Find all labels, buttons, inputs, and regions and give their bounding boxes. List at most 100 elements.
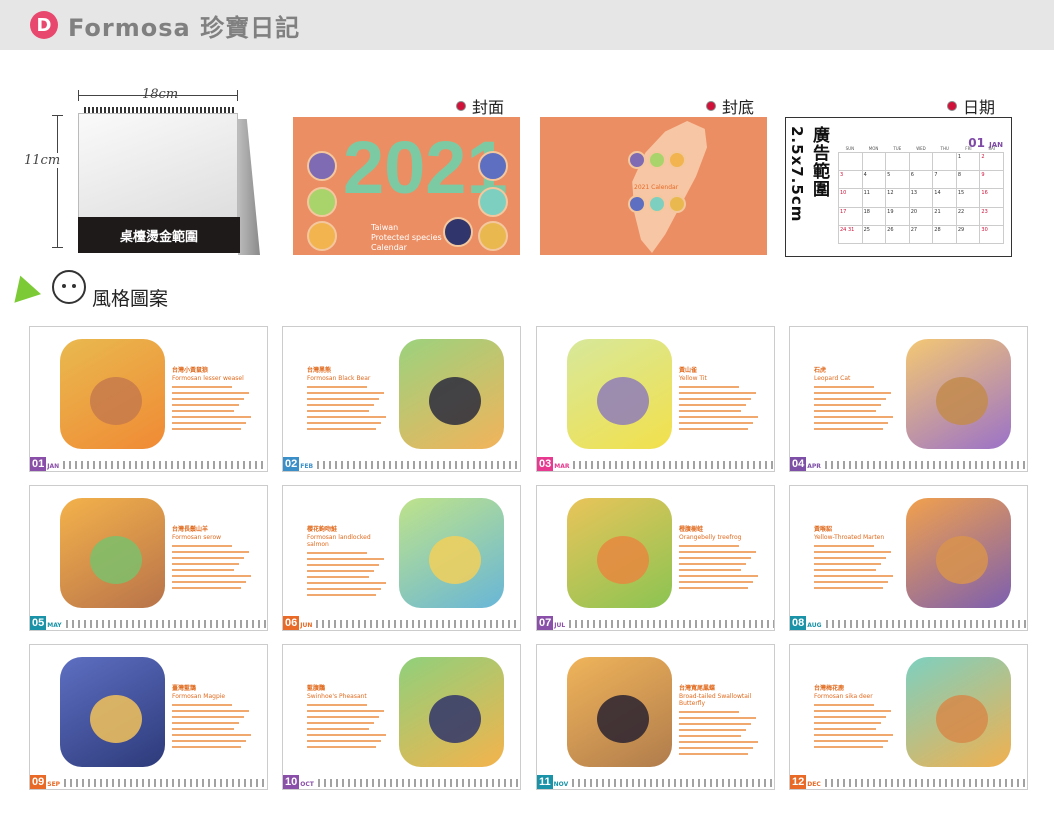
text-line — [307, 416, 386, 418]
date-cell: 17 — [839, 207, 863, 226]
animal-silhouette — [90, 536, 142, 584]
text-line — [307, 588, 381, 590]
date-cell: 20 — [909, 207, 934, 226]
width-tick-right — [237, 90, 238, 101]
text-line — [307, 422, 381, 424]
text-line — [814, 557, 886, 559]
text-line — [307, 710, 384, 712]
text-line — [307, 728, 369, 730]
month-number: 10 — [283, 775, 300, 789]
date-cell: 12 — [886, 189, 910, 208]
month-name: APR — [807, 463, 821, 470]
month-name: OCT — [300, 781, 314, 788]
day-strip — [572, 779, 774, 787]
date-label: 日期 — [947, 94, 995, 118]
month-number: 05 — [30, 616, 47, 630]
text-line — [172, 386, 232, 388]
date-cell — [862, 153, 887, 172]
text-line — [814, 746, 883, 748]
species-name-en: Leopard Cat — [814, 375, 851, 382]
section-badge: D — [30, 11, 58, 39]
text-line — [172, 563, 239, 565]
month-footer: 09 SEP — [30, 773, 267, 789]
species-name-zh: 黃喉貂 — [814, 526, 833, 533]
text-line — [172, 422, 246, 424]
text-line — [814, 587, 883, 589]
date-cell: 6 — [909, 171, 934, 190]
text-line — [679, 581, 753, 583]
date-cell — [886, 153, 910, 172]
description-text-lines — [679, 386, 761, 430]
text-line — [679, 416, 758, 418]
text-line — [814, 575, 893, 577]
text-line — [679, 404, 746, 406]
text-line — [172, 416, 251, 418]
date-cell: 18 — [862, 207, 887, 226]
animal-silhouette — [936, 695, 988, 743]
species-description: 石虎 Leopard Cat — [814, 365, 896, 434]
species-name-en: Broad-tailed Swallowtail Butterfly — [679, 693, 752, 707]
species-description: 台灣小黃鼠狼 Formosan lesser weasel — [172, 365, 254, 434]
text-line — [172, 545, 232, 547]
month-card-dec: 台灣梅花鹿 Formosan sika deer 12 DEC — [789, 644, 1028, 790]
animal-circle — [668, 151, 686, 169]
month-footer: 12 DEC — [790, 773, 1027, 789]
date-cell: 22 — [956, 207, 981, 226]
text-line — [679, 575, 758, 577]
date-panel: 廣告範圍 2.5x7.5cm 01 JAN SUN MON TUE WED TH… — [785, 117, 1012, 257]
animal-silhouette — [597, 377, 649, 425]
animal-silhouette — [429, 695, 481, 743]
species-description: 台灣寬尾鳳蝶 Broad-tailed Swallowtail Butterfly — [679, 683, 761, 759]
height-tick-top — [52, 115, 63, 116]
month-name: FEB — [300, 463, 314, 470]
description-text-lines — [172, 704, 254, 748]
date-cell: 23 — [980, 207, 1004, 226]
species-name-zh: 台灣寬尾鳳蝶 — [679, 685, 716, 692]
animal-silhouette — [429, 377, 481, 425]
day-strip — [573, 461, 774, 469]
date-cell: 26 — [886, 225, 910, 244]
animal-circle — [628, 151, 646, 169]
month-footer: 01 JAN — [30, 455, 267, 471]
text-line — [172, 716, 244, 718]
date-cell: 1 — [956, 153, 981, 172]
date-cell: 24 31 — [839, 225, 863, 244]
text-line — [172, 551, 249, 553]
text-line — [814, 716, 886, 718]
animal-illustration — [399, 657, 504, 767]
month-card-jan: 台灣小黃鼠狼 Formosan lesser weasel 01 JAN — [29, 326, 268, 472]
date-cell: 13 — [909, 189, 934, 208]
gold-stamp-area: 桌檯燙金範圍 — [78, 217, 240, 253]
text-line — [307, 594, 376, 596]
animal-circle — [628, 195, 646, 213]
back-label: 封底 — [706, 94, 754, 118]
species-name-zh: 櫻花鉤吻鮭 — [307, 526, 338, 533]
date-cell: 28 — [933, 225, 957, 244]
text-line — [307, 564, 379, 566]
text-line — [679, 729, 746, 731]
text-line — [679, 569, 741, 571]
animal-silhouette — [597, 695, 649, 743]
text-line — [172, 587, 241, 589]
date-cell: 8 — [956, 171, 981, 190]
text-line — [679, 723, 751, 725]
animal-illustration — [567, 339, 672, 449]
style-section-heading: 風格圖案 — [6, 262, 168, 311]
species-name-en: Formosan sika deer — [814, 693, 873, 700]
text-line — [172, 710, 249, 712]
text-line — [307, 428, 376, 430]
date-cell: 29 — [956, 225, 981, 244]
animal-silhouette — [597, 536, 649, 584]
desk-calendar: 桌檯燙金範圍 — [78, 107, 260, 255]
page-title: Formosa 珍寶日記 — [68, 13, 301, 42]
animal-circle — [648, 195, 666, 213]
animal-illustration — [60, 339, 165, 449]
species-name-en: Formosan Magpie — [172, 693, 226, 700]
text-line — [679, 386, 739, 388]
month-name: JUL — [554, 622, 566, 629]
month-name: MAR — [554, 463, 570, 470]
height-tick-bottom — [52, 247, 63, 248]
text-line — [172, 410, 234, 412]
species-name-zh: 藍腹鷴 — [307, 685, 326, 692]
month-footer: 11 NOV — [537, 773, 774, 789]
